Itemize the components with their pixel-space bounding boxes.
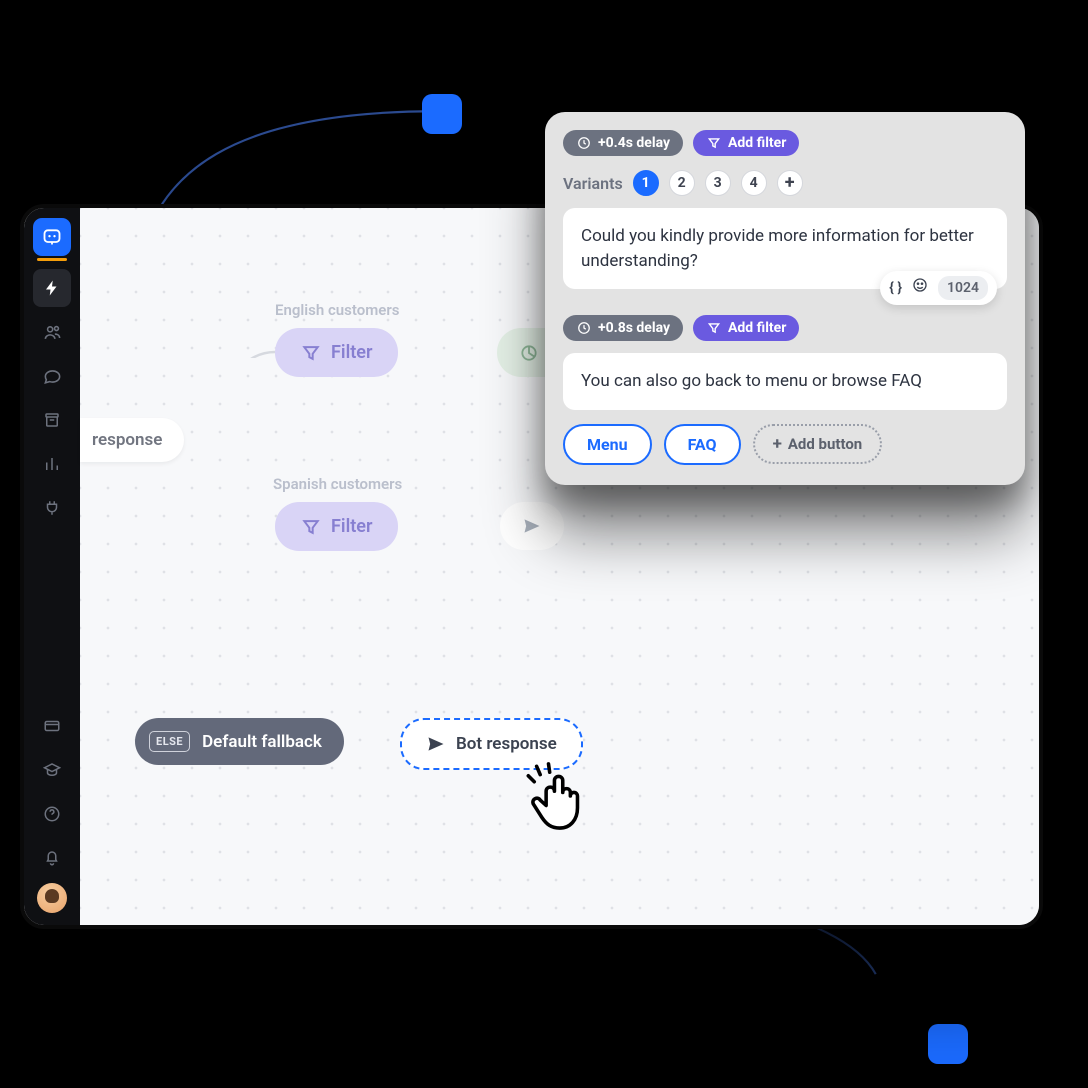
delay-label-2: +0.8s delay: [598, 320, 670, 336]
clock-icon: [576, 321, 591, 336]
chart-icon: [519, 343, 539, 363]
filter-icon: [706, 321, 721, 336]
filter-node-en[interactable]: Filter: [275, 328, 398, 377]
help-icon[interactable]: [33, 795, 71, 833]
branch-label-en: English customers: [275, 301, 399, 319]
brand-underline: [37, 258, 67, 261]
bars-icon[interactable]: [33, 445, 71, 483]
branch-label-es: Spanish customers: [273, 475, 402, 493]
variants-row: Variants 1 2 3 4 +: [563, 170, 1007, 196]
filter-label: Filter: [331, 516, 372, 537]
add-button[interactable]: + Add button: [753, 424, 883, 464]
emoji-icon[interactable]: [912, 277, 928, 299]
variant-2[interactable]: 2: [669, 170, 695, 196]
sidebar: [24, 208, 80, 925]
bolt-icon[interactable]: [33, 269, 71, 307]
add-button-label: Add button: [788, 435, 862, 453]
add-filter-chip-2[interactable]: Add filter: [693, 315, 799, 341]
users-icon[interactable]: [33, 313, 71, 351]
variants-label: Variants: [563, 174, 623, 193]
grad-icon[interactable]: [33, 751, 71, 789]
else-label: Default fallback: [202, 732, 322, 752]
brand-icon[interactable]: [33, 218, 71, 256]
variant-1[interactable]: 1: [633, 170, 659, 196]
add-filter-label: Add filter: [728, 135, 786, 151]
chat-icon[interactable]: [33, 357, 71, 395]
delay-label: +0.4s delay: [598, 135, 670, 151]
add-filter-label-2: Add filter: [728, 320, 786, 336]
result-node-send[interactable]: [500, 502, 564, 550]
message-card-2[interactable]: You can also go back to menu or browse F…: [563, 353, 1007, 410]
bot-response-label: Bot response: [456, 734, 557, 754]
else-tag: ELSE: [149, 731, 190, 752]
char-count: 1024: [938, 276, 988, 300]
archive-icon[interactable]: [33, 401, 71, 439]
delay-chip-2[interactable]: +0.8s delay: [563, 315, 683, 341]
plus-icon: +: [773, 436, 782, 453]
filter-icon: [706, 136, 721, 151]
clock-icon: [576, 136, 591, 151]
send-icon: [426, 734, 446, 754]
filter-icon: [301, 343, 321, 363]
message-2-text: You can also go back to menu or browse F…: [581, 371, 922, 391]
variant-3[interactable]: 3: [705, 170, 731, 196]
filter-node-es[interactable]: Filter: [275, 502, 398, 551]
plug-icon[interactable]: [33, 489, 71, 527]
decorative-dot: [928, 1024, 968, 1064]
bot-response-node[interactable]: Bot response: [400, 718, 583, 770]
root-node[interactable]: response: [80, 418, 184, 462]
message-tools: { } 1024: [880, 271, 997, 305]
card-icon[interactable]: [33, 707, 71, 745]
braces-icon[interactable]: { }: [889, 278, 902, 298]
filter-label: Filter: [331, 342, 372, 363]
decorative-dot: [422, 94, 462, 134]
delay-chip[interactable]: +0.4s delay: [563, 130, 683, 156]
variant-4[interactable]: 4: [741, 170, 767, 196]
add-filter-chip[interactable]: Add filter: [693, 130, 799, 156]
root-node-label: response: [92, 430, 162, 450]
avatar[interactable]: [37, 883, 67, 913]
else-node[interactable]: ELSE Default fallback: [135, 718, 344, 765]
response-editor-panel: +0.4s delay Add filter Variants 1 2 3 4 …: [545, 112, 1025, 485]
add-variant-button[interactable]: +: [777, 170, 803, 196]
message-1-text: Could you kindly provide more informatio…: [581, 226, 974, 271]
send-icon: [522, 516, 542, 536]
quick-reply-faq[interactable]: FAQ: [664, 424, 741, 465]
quick-reply-menu[interactable]: Menu: [563, 424, 652, 465]
bell-icon[interactable]: [33, 839, 71, 877]
message-card-1[interactable]: Could you kindly provide more informatio…: [563, 208, 1007, 289]
filter-icon: [301, 517, 321, 537]
